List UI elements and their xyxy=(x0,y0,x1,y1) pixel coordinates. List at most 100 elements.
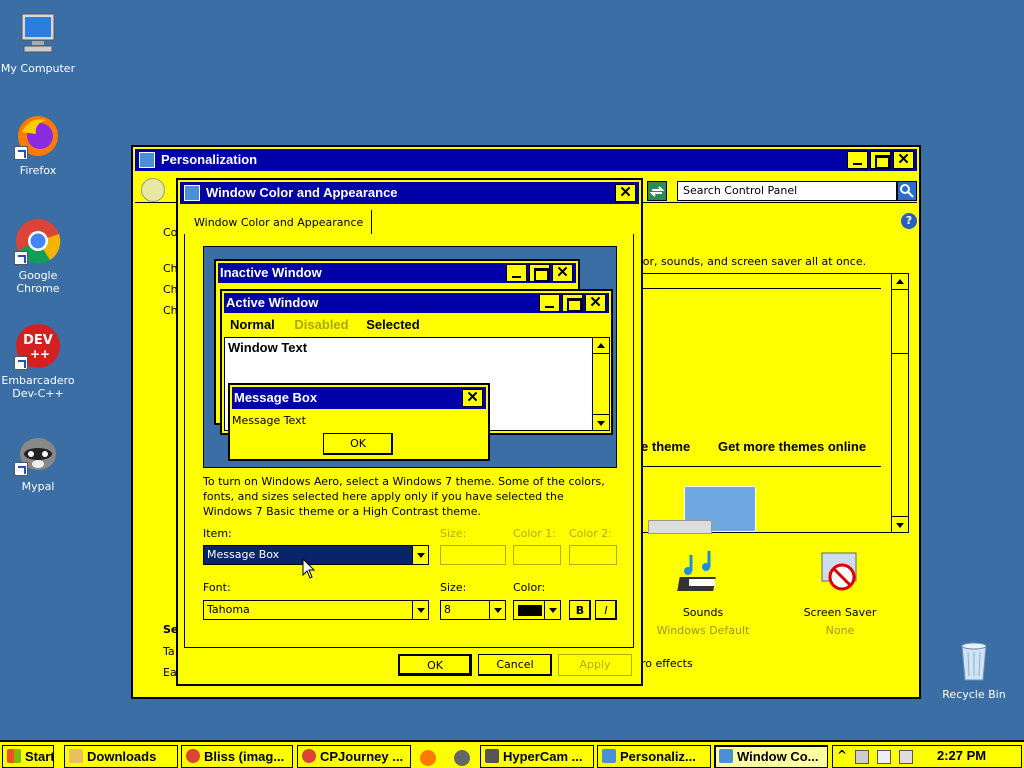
scrollbar[interactable] xyxy=(891,274,908,532)
search-button[interactable] xyxy=(897,181,917,201)
desktop-icon-firefox[interactable]: Firefox xyxy=(0,112,76,177)
chevron-down-icon[interactable] xyxy=(412,546,428,564)
task-label: Window Co... xyxy=(737,749,819,764)
item-select[interactable]: Message Box xyxy=(203,545,429,565)
scroll-up-arrow-icon[interactable] xyxy=(892,274,908,290)
close-button[interactable]: ✕ xyxy=(893,151,914,169)
task-label: CPJourney ... xyxy=(320,749,404,764)
screensaver-value: None xyxy=(825,624,855,637)
firefox-tray-icon[interactable] xyxy=(420,750,436,766)
desktop-icon-label: Mypal xyxy=(21,480,55,493)
taskbar-item-downloads[interactable]: Downloads xyxy=(64,745,178,768)
maximize-button[interactable] xyxy=(870,151,891,169)
search-input[interactable]: Search Control Panel xyxy=(677,181,897,201)
italic-label: I xyxy=(604,604,608,617)
taskbar-item-hypercam[interactable]: HyperCam ... xyxy=(480,745,594,768)
show-hidden-icons-icon[interactable]: ^ xyxy=(837,748,847,762)
desktop-icon-mypal[interactable]: Mypal xyxy=(0,428,76,493)
minimize-icon xyxy=(539,294,560,312)
cancel-button[interactable]: Cancel xyxy=(478,654,552,676)
system-tray: ^ 2:27 PM xyxy=(832,745,1022,768)
left-link[interactable]: Ta xyxy=(163,645,175,658)
divider xyxy=(636,288,881,289)
taskbar-item-window-color[interactable]: Window Co... xyxy=(714,745,828,768)
svg-text:++: ++ xyxy=(30,347,50,361)
search-placeholder: Search Control Panel xyxy=(683,184,798,197)
font-select-value: Tahoma xyxy=(207,603,250,616)
font-size-value: 8 xyxy=(444,603,451,616)
chrome-icon xyxy=(186,749,200,763)
firefox-icon xyxy=(14,112,62,160)
desktop-icon-my-computer[interactable]: My Computer xyxy=(0,10,76,75)
close-icon: ✕ xyxy=(585,294,606,312)
ok-button[interactable]: OK xyxy=(398,654,472,676)
desktop-icon-label: My Computer xyxy=(0,62,76,75)
theme-thumbnail[interactable] xyxy=(648,520,712,534)
italic-button[interactable]: I xyxy=(595,600,617,620)
desktop-icon-chrome[interactable]: Google Chrome xyxy=(0,217,76,295)
clock[interactable]: 2:27 PM xyxy=(937,748,986,763)
taskbar-item-personalization[interactable]: Personaliz... xyxy=(597,745,711,768)
taskbar-item-cpjourney[interactable]: CPJourney ... xyxy=(297,745,411,768)
taskbar-item-bliss[interactable]: Bliss (imag... xyxy=(181,745,293,768)
font-color-label: Color: xyxy=(513,581,546,594)
action-center-icon[interactable] xyxy=(877,750,891,764)
volume-icon[interactable] xyxy=(899,750,913,764)
aero-effects-text: ro effects xyxy=(641,657,693,670)
save-theme-link[interactable]: re theme xyxy=(636,439,690,454)
sounds-icon xyxy=(677,551,716,591)
personalization-description: olor, sounds, and screen saver all at on… xyxy=(633,255,867,268)
left-link[interactable]: Ea xyxy=(163,666,177,679)
msgbox-text: Message Text xyxy=(232,414,306,427)
mypal-tray-icon[interactable] xyxy=(454,750,470,766)
chevron-down-icon[interactable] xyxy=(489,601,505,619)
font-size-select[interactable]: 8 xyxy=(440,600,506,620)
refresh-button[interactable] xyxy=(647,181,667,201)
font-color-picker[interactable] xyxy=(513,600,561,620)
folder-icon xyxy=(69,749,83,763)
tab-window-color[interactable]: Window Color and Appearance xyxy=(186,210,373,234)
appearance-preview[interactable]: Inactive Window ✕ Active Window ✕ Normal… xyxy=(203,246,617,468)
menu-selected: Selected xyxy=(366,317,420,332)
preview-menu: Normal Disabled Selected xyxy=(230,317,420,332)
desktop-icon-devcpp[interactable]: DEV ++ Embarcadero Dev-C++ xyxy=(0,322,76,400)
task-label: Bliss (imag... xyxy=(204,749,285,764)
font-select[interactable]: Tahoma xyxy=(203,600,429,620)
desktop-icon-label: Firefox xyxy=(19,164,57,177)
control-panel-icon xyxy=(139,152,155,168)
font-size-label: Size: xyxy=(440,581,467,594)
bold-button[interactable]: B xyxy=(569,600,591,620)
tab-panel: Inactive Window ✕ Active Window ✕ Normal… xyxy=(184,234,634,648)
help-icon[interactable]: ? xyxy=(901,213,917,229)
dialog-titlebar[interactable]: Window Color and Appearance ✕ xyxy=(180,182,639,204)
get-more-themes-link[interactable]: Get more themes online xyxy=(718,439,866,454)
color2-picker xyxy=(569,545,617,565)
scroll-down-arrow-icon[interactable] xyxy=(892,516,908,532)
recycle-bin-icon xyxy=(950,636,998,684)
msgbox-ok-button: OK xyxy=(323,433,393,455)
sounds-item[interactable]: Sounds Windows Default xyxy=(643,547,763,637)
chevron-down-icon[interactable] xyxy=(544,601,560,619)
desktop-icon-recycle-bin[interactable]: Recycle Bin xyxy=(936,636,1012,701)
item-label: Item: xyxy=(203,527,232,540)
scroll-thumb[interactable] xyxy=(892,290,908,354)
minimize-button[interactable] xyxy=(847,151,868,169)
aero-info-text: To turn on Windows Aero, select a Window… xyxy=(203,475,605,518)
chevron-down-icon[interactable] xyxy=(412,601,428,619)
screensaver-item[interactable]: Screen Saver None xyxy=(780,547,900,637)
screen-saver-icon xyxy=(821,552,857,591)
dialog-title: Window Color and Appearance xyxy=(206,185,398,200)
personalization-titlebar[interactable]: Personalization ✕ xyxy=(135,149,917,171)
start-button[interactable]: Start xyxy=(2,745,54,768)
tab-label: Window Color and Appearance xyxy=(194,216,364,229)
ok-label: OK xyxy=(427,659,443,672)
preview-inactive-titlebar: Inactive Window ✕ xyxy=(218,263,576,283)
network-icon[interactable] xyxy=(855,750,869,764)
window-title: Personalization xyxy=(161,152,258,167)
back-button[interactable] xyxy=(141,178,165,202)
close-icon: ✕ xyxy=(552,264,573,282)
theme-list[interactable]: re theme Get more themes online xyxy=(623,273,909,534)
dialog-close-button[interactable]: ✕ xyxy=(615,184,636,202)
desktop-icon-label: Embarcadero Dev-C++ xyxy=(1,374,75,400)
maximize-icon xyxy=(562,294,583,312)
